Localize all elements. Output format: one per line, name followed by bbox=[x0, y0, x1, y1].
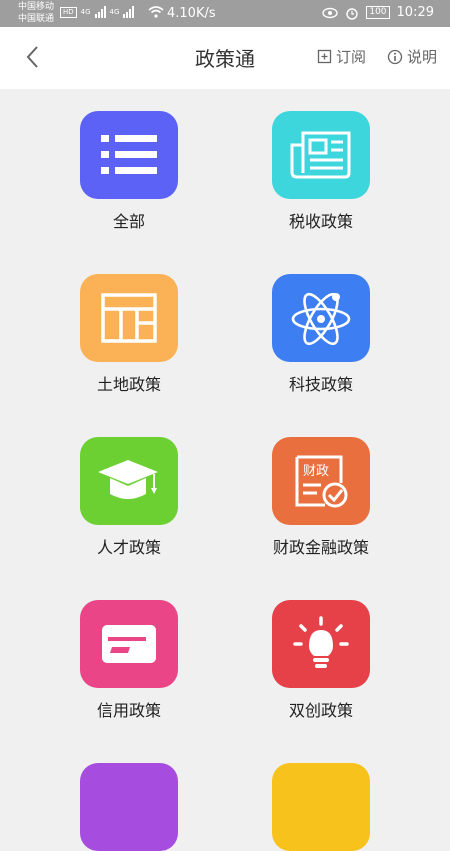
category-partial-9[interactable] bbox=[34, 763, 224, 851]
carrier-names: 中国移动 中国联通 bbox=[18, 1, 54, 25]
carrier-1: 中国移动 bbox=[18, 2, 55, 12]
signal-icon-2 bbox=[123, 6, 135, 18]
wifi-icon bbox=[148, 6, 164, 18]
graduation-cap-icon bbox=[98, 460, 158, 499]
category-tax[interactable]: 税收政策 bbox=[226, 111, 416, 232]
category-icon-bg bbox=[80, 763, 178, 851]
network-speed: 4.10K/s bbox=[148, 6, 216, 21]
category-label: 财政金融政策 bbox=[272, 538, 369, 557]
category-land[interactable]: 土地政策 bbox=[34, 274, 224, 395]
category-icon-bg bbox=[80, 437, 178, 525]
category-icon-bg: 财政 bbox=[272, 437, 370, 525]
category-label: 土地政策 bbox=[96, 375, 161, 394]
network-type-1: 4G bbox=[80, 8, 91, 16]
alarm-icon bbox=[346, 7, 359, 20]
category-label: 税收政策 bbox=[288, 212, 353, 231]
atom-icon bbox=[291, 292, 351, 346]
subscribe-button[interactable]: 订阅 bbox=[317, 46, 366, 67]
lightbulb-icon bbox=[293, 616, 349, 668]
page-title: 政策通 bbox=[195, 47, 255, 71]
eye-icon bbox=[322, 7, 339, 18]
category-finance[interactable]: 财政 财政金融政策 bbox=[226, 437, 416, 558]
category-icon-bg bbox=[272, 274, 370, 362]
category-icon-bg bbox=[80, 600, 178, 688]
newspaper-icon bbox=[290, 131, 351, 179]
speed-text: 4.10K/s bbox=[167, 6, 216, 21]
land-plot-icon bbox=[101, 293, 157, 343]
category-icon-bg bbox=[272, 111, 370, 199]
header-bar: 政策通 订阅 说明 bbox=[0, 27, 450, 89]
category-tech[interactable]: 科技政策 bbox=[226, 274, 416, 395]
finance-document-icon: 财政 bbox=[295, 455, 348, 508]
category-innovation[interactable]: 双创政策 bbox=[226, 600, 416, 721]
category-label: 全部 bbox=[112, 212, 145, 231]
svg-text:财政: 财政 bbox=[303, 464, 329, 479]
network-indicators: HD 4G 4G bbox=[60, 6, 135, 18]
network-type-2: 4G bbox=[109, 8, 120, 16]
info-button[interactable]: 说明 bbox=[387, 46, 437, 67]
subscribe-label: 订阅 bbox=[336, 48, 367, 66]
category-icon-bg bbox=[272, 600, 370, 688]
status-time: 10:29 bbox=[396, 5, 434, 20]
category-credit[interactable]: 信用政策 bbox=[34, 600, 224, 721]
hd-badge: HD bbox=[60, 6, 77, 18]
category-label: 人才政策 bbox=[96, 538, 161, 557]
category-label: 双创政策 bbox=[288, 701, 353, 720]
list-icon bbox=[101, 135, 157, 174]
category-label: 信用政策 bbox=[96, 701, 161, 720]
bookmark-add-icon bbox=[317, 49, 332, 64]
category-talent[interactable]: 人才政策 bbox=[34, 437, 224, 558]
category-all[interactable]: 全部 bbox=[34, 111, 224, 232]
status-right: 100 10:29 bbox=[322, 5, 434, 20]
status-bar: 中国移动 中国联通 HD 4G 4G 4.10K/s 100 10:29 bbox=[0, 0, 450, 27]
category-icon-bg bbox=[80, 274, 178, 362]
category-icon-bg bbox=[80, 111, 178, 199]
category-partial-10[interactable] bbox=[226, 763, 416, 851]
credit-card-icon bbox=[102, 625, 156, 663]
info-label: 说明 bbox=[407, 48, 438, 66]
signal-icon bbox=[94, 6, 106, 18]
category-icon-bg bbox=[272, 763, 370, 851]
battery-icon: 100 bbox=[366, 6, 390, 19]
carrier-2: 中国联通 bbox=[18, 14, 55, 24]
category-label: 科技政策 bbox=[288, 375, 353, 394]
info-icon bbox=[387, 49, 403, 64]
